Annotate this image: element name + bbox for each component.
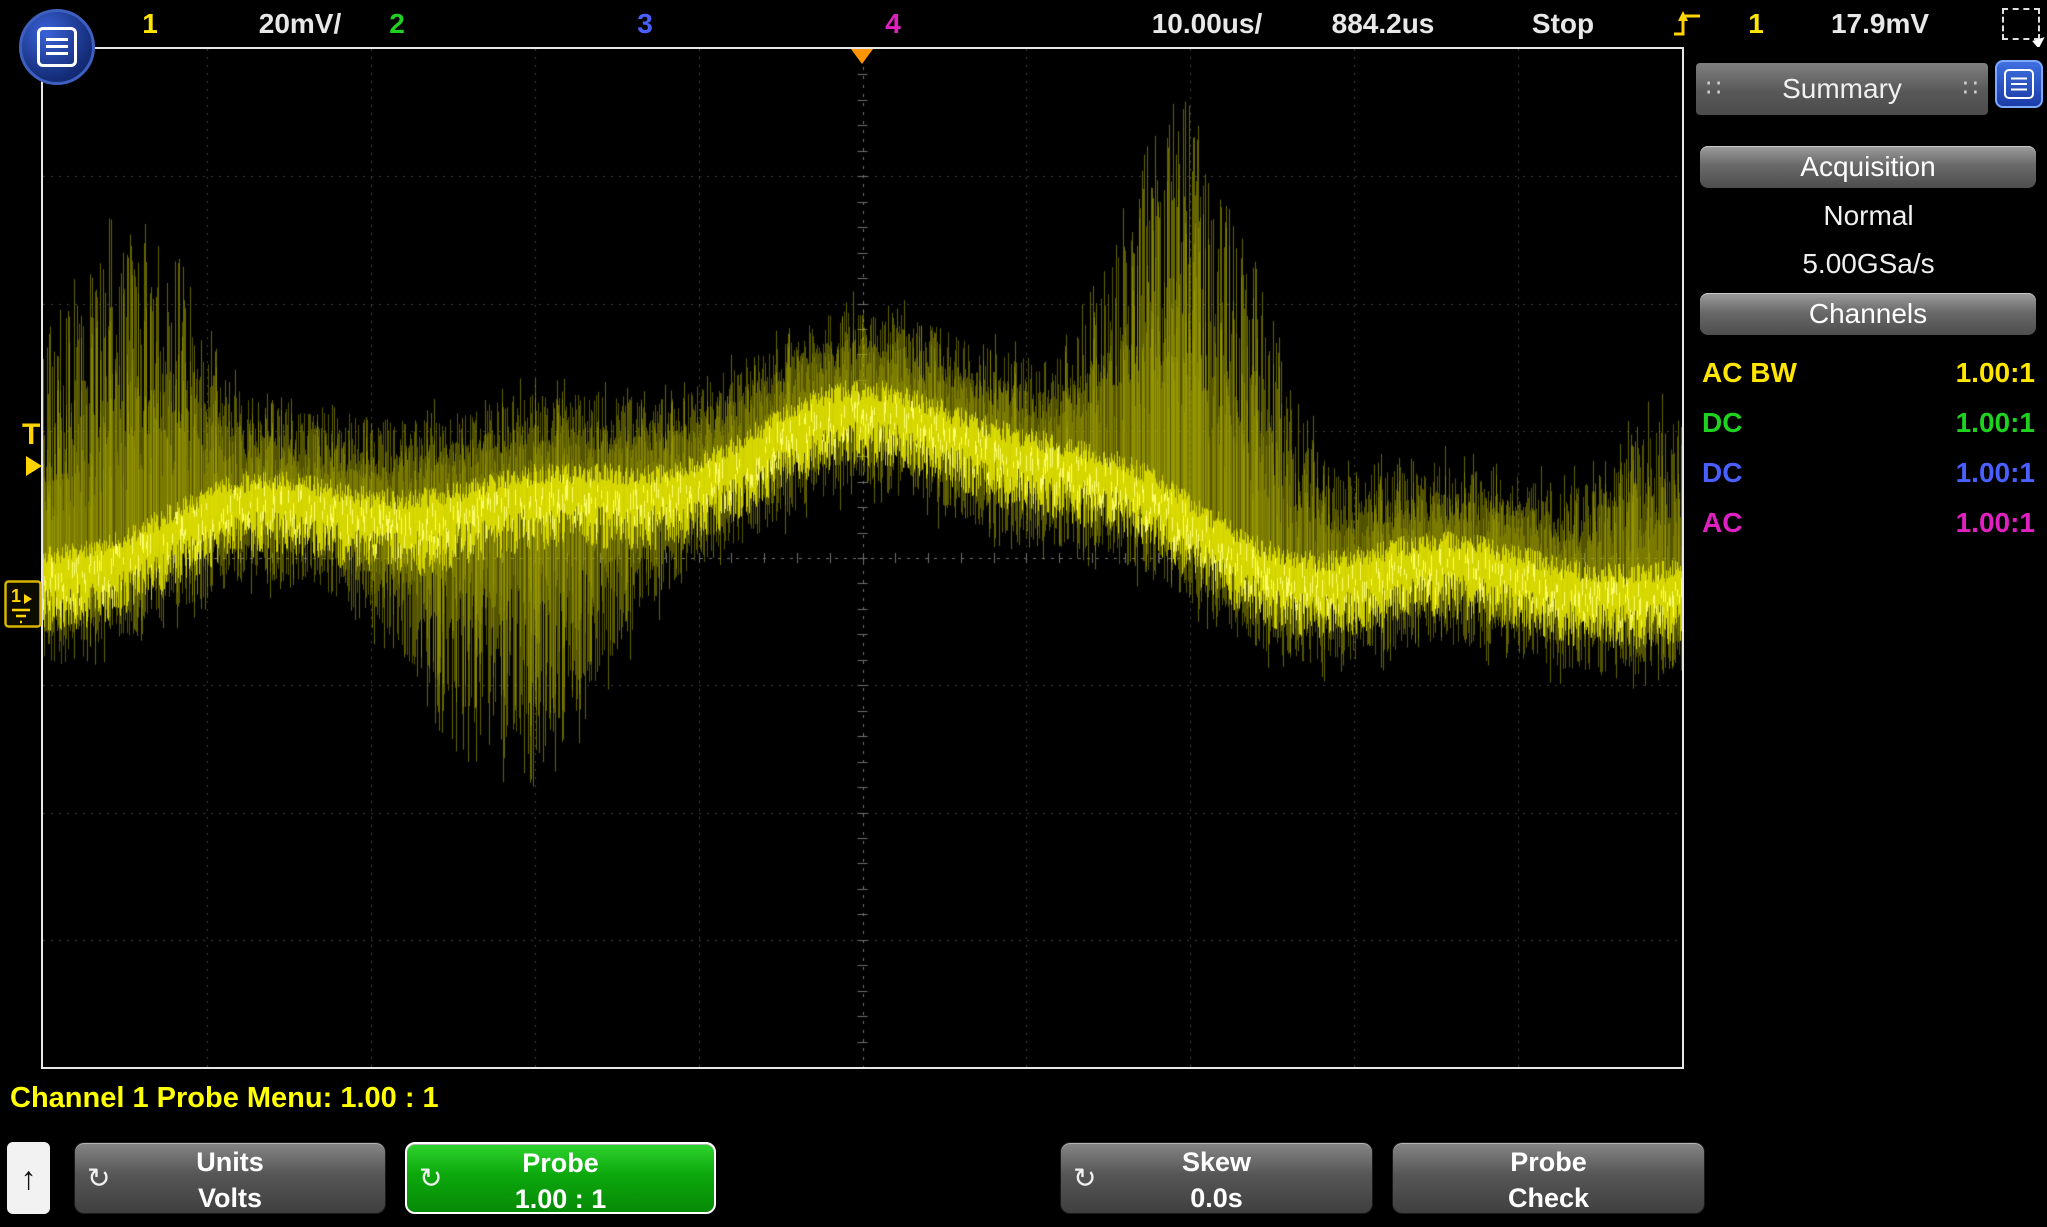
- channel4-probe-ratio: 1.00:1: [1956, 507, 2035, 539]
- channel1-coupling: AC BW: [1702, 357, 1797, 389]
- trigger-slope-icon[interactable]: [1672, 8, 1702, 40]
- status-bar: 1 20mV/ 2 3 4 10.00us/ 884.2us Stop 1 17…: [0, 0, 2047, 47]
- main-menu-button[interactable]: [19, 9, 95, 85]
- channel3-summary-row: DC 1.00:1: [1690, 448, 2047, 498]
- softkey-label: Skew: [1061, 1145, 1372, 1179]
- channel4-summary-row: AC 1.00:1: [1690, 498, 2047, 548]
- acquisition-mode: Normal: [1690, 197, 2047, 235]
- oscilloscope-screen: 1 20mV/ 2 3 4 10.00us/ 884.2us Stop 1 17…: [0, 0, 2047, 1227]
- channel2-label[interactable]: 2: [389, 0, 405, 47]
- acquisition-button[interactable]: Acquisition: [1700, 146, 2036, 188]
- channel2-probe-ratio: 1.00:1: [1956, 407, 2035, 439]
- trigger-level-arrow[interactable]: [26, 456, 42, 476]
- svg-text:1: 1: [11, 586, 21, 606]
- softkey-label: Units: [75, 1145, 385, 1179]
- channel4-coupling: AC: [1702, 507, 1742, 539]
- channel1-ground-marker[interactable]: 1: [4, 580, 42, 633]
- channel2-coupling: DC: [1702, 407, 1742, 439]
- softkey-units[interactable]: ↻ Units Volts: [74, 1142, 386, 1214]
- sidebar-header[interactable]: ∷ Summary ∷: [1696, 63, 1988, 115]
- hamburger-icon: [37, 27, 77, 67]
- drag-handle-icon-right: ∷: [1963, 77, 1978, 101]
- softkey-label: Probe: [1393, 1145, 1704, 1179]
- channels-button[interactable]: Channels: [1700, 293, 2036, 335]
- channel3-coupling: DC: [1702, 457, 1742, 489]
- delay-readout[interactable]: 884.2us: [1332, 0, 1435, 47]
- softkey-skew[interactable]: ↻ Skew 0.0s: [1060, 1142, 1373, 1214]
- drag-handle-icon-left: ∷: [1706, 77, 1721, 101]
- waveform-display: [41, 47, 1684, 1069]
- trigger-level-label[interactable]: T: [22, 418, 40, 452]
- channel1-scale[interactable]: 20mV/: [259, 0, 342, 47]
- softkey-bar: ↑ ↻ Units Volts ↻ Probe 1.00 : 1 ↻ Skew …: [0, 1140, 2047, 1216]
- sidebar-menu-button[interactable]: [1995, 60, 2043, 108]
- channel4-label[interactable]: 4: [885, 0, 901, 47]
- hamburger-icon: [2004, 69, 2034, 99]
- softkey-value: 1.00 : 1: [407, 1182, 714, 1216]
- channel1-probe-ratio: 1.00:1: [1956, 357, 2035, 389]
- sample-rate: 5.00GSa/s: [1690, 245, 2047, 283]
- softkey-probe[interactable]: ↻ Probe 1.00 : 1: [405, 1142, 716, 1214]
- up-arrow-icon: ↑: [21, 1160, 37, 1197]
- channel3-label[interactable]: 3: [637, 0, 653, 47]
- time-reference-marker[interactable]: [851, 49, 873, 64]
- waveform-canvas: [43, 49, 1682, 1067]
- channel3-probe-ratio: 1.00:1: [1956, 457, 2035, 489]
- channel1-summary-row: AC BW 1.00:1: [1690, 348, 2047, 398]
- channel2-summary-row: DC 1.00:1: [1690, 398, 2047, 448]
- sidebar-title: Summary: [1782, 73, 1902, 105]
- region-select-icon[interactable]: [2002, 8, 2040, 40]
- softkey-value: Volts: [75, 1181, 385, 1215]
- softkey-label: Probe: [407, 1146, 714, 1180]
- run-state-indicator[interactable]: Stop: [1532, 0, 1594, 47]
- softkey-value: 0.0s: [1061, 1181, 1372, 1215]
- timebase-readout[interactable]: 10.00us/: [1152, 0, 1263, 47]
- channel-summary-list: AC BW 1.00:1 DC 1.00:1 DC 1.00:1 AC 1.00…: [1690, 348, 2047, 548]
- summary-sidebar: ∷ Summary ∷ Acquisition Normal 5.00GSa/s…: [1690, 47, 2047, 1068]
- channel1-label[interactable]: 1: [142, 0, 158, 47]
- softkey-value: Check: [1393, 1181, 1704, 1215]
- trigger-source-readout[interactable]: 1: [1748, 0, 1764, 47]
- trigger-level-readout[interactable]: 17.9mV: [1831, 0, 1929, 47]
- back-button[interactable]: ↑: [7, 1142, 50, 1214]
- softkey-probe-check[interactable]: Probe Check: [1392, 1142, 1705, 1214]
- menu-status-line: Channel 1 Probe Menu: 1.00 : 1: [10, 1080, 439, 1116]
